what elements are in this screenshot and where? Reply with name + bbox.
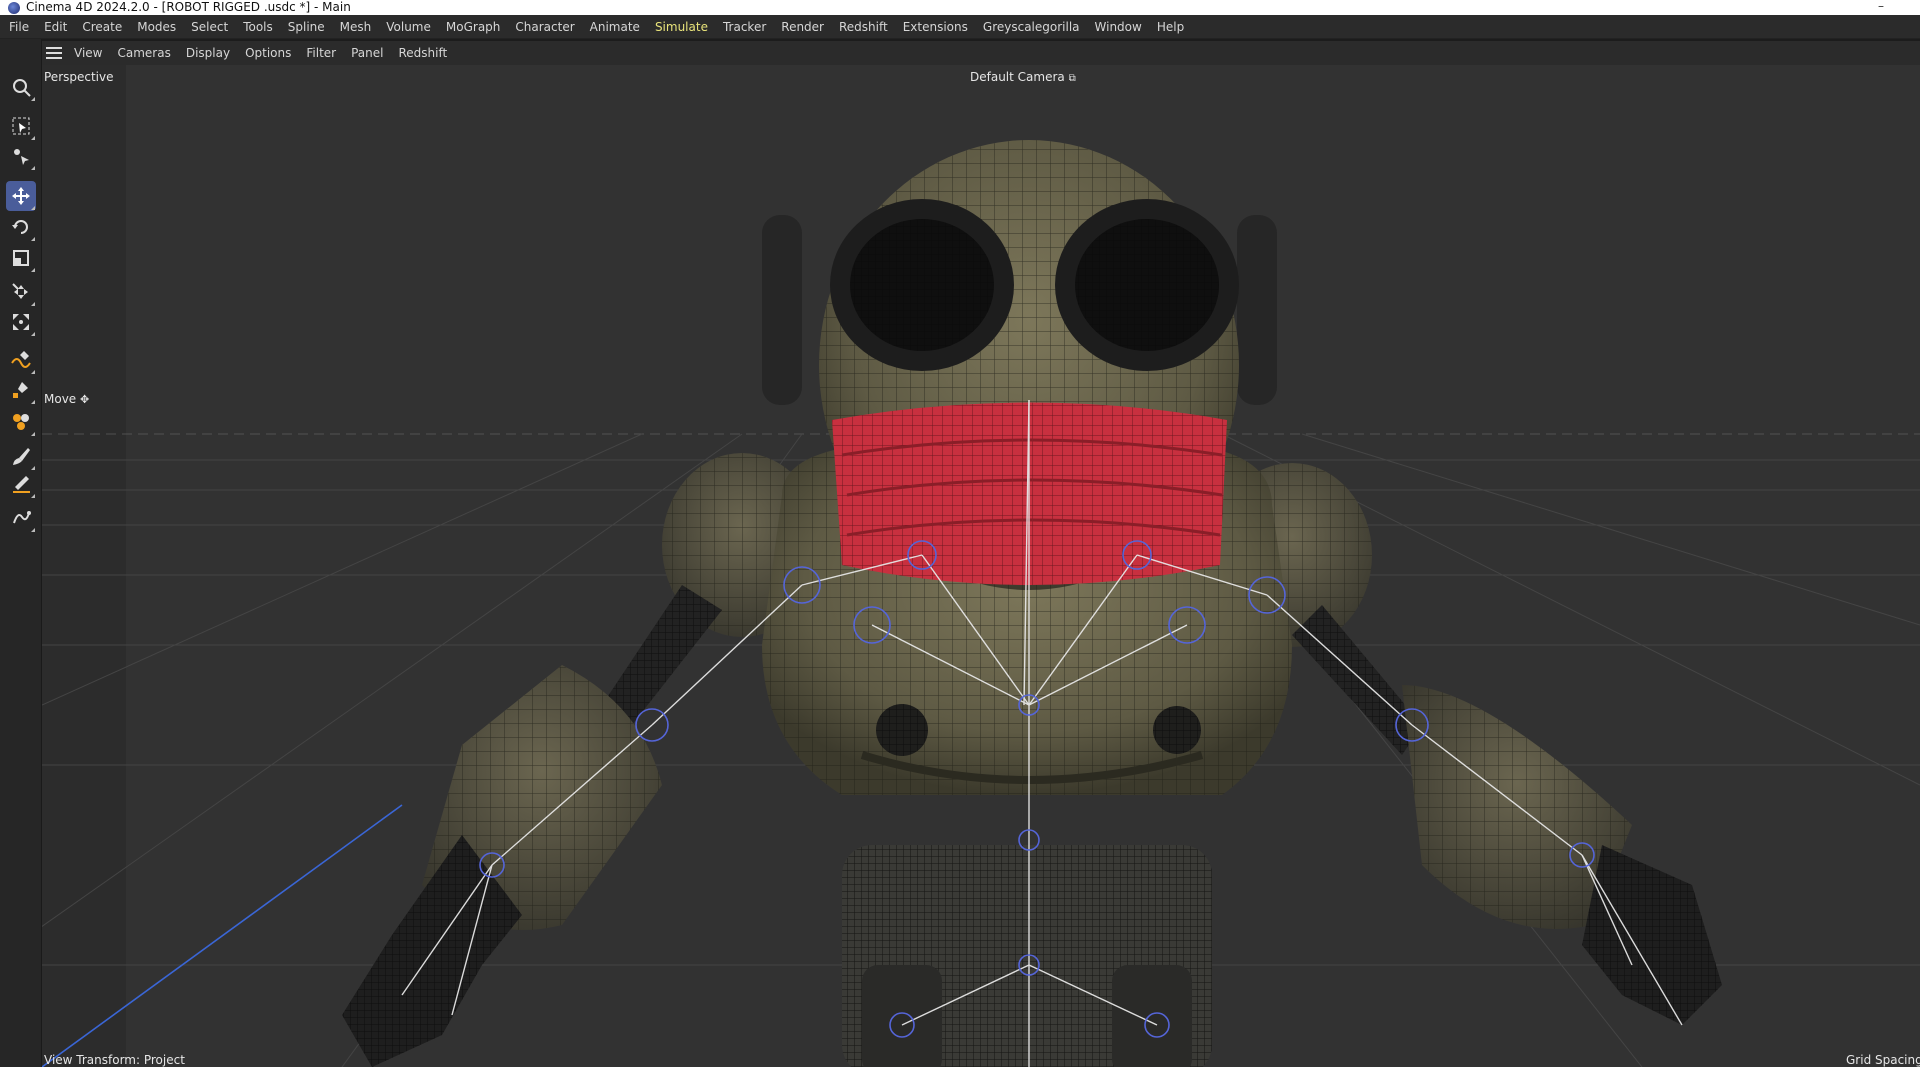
axis-line bbox=[42, 804, 403, 1067]
menu-mesh[interactable]: Mesh bbox=[340, 20, 372, 34]
spline-pen-icon bbox=[11, 351, 31, 368]
menu-redshift[interactable]: Redshift bbox=[839, 20, 888, 34]
tool-live-selection[interactable] bbox=[6, 111, 36, 141]
tool-tweak[interactable] bbox=[6, 141, 36, 171]
spline-smooth-icon bbox=[13, 511, 31, 524]
left-tool-palette bbox=[0, 39, 42, 1067]
tool-spline-pen[interactable] bbox=[6, 345, 36, 375]
move-icon bbox=[12, 187, 30, 205]
tool-search[interactable] bbox=[6, 72, 36, 102]
menu-character[interactable]: Character bbox=[515, 20, 574, 34]
active-tool-label: Move ✥ bbox=[44, 392, 89, 406]
menu-file[interactable]: File bbox=[9, 20, 29, 34]
viewport-menu-options[interactable]: Options bbox=[245, 46, 291, 60]
tweak-icon bbox=[14, 149, 29, 165]
move-cross-icon: ✥ bbox=[80, 393, 90, 406]
title-bar: Cinema 4D 2024.2.0 - [ROBOT RIGGED .usdc… bbox=[0, 0, 1920, 15]
camera-link-icon: ⧉ bbox=[1068, 73, 1076, 84]
mesh-scale-icon bbox=[13, 314, 29, 330]
3d-viewport[interactable]: Perspective Default Camera ⧉ Move ✥ View… bbox=[42, 65, 1920, 1067]
tool-name: Move bbox=[44, 392, 77, 406]
main-menubar: File Edit Create Modes Select Tools Spline Mesh… bbox=[0, 15, 1920, 39]
spline-sketch-icon bbox=[13, 382, 28, 398]
menu-spline[interactable]: Spline bbox=[288, 20, 325, 34]
menu-simulate[interactable]: Simulate bbox=[655, 20, 708, 34]
window-title: Cinema 4D 2024.2.0 - [ROBOT RIGGED .usdc… bbox=[26, 0, 351, 14]
menu-extensions[interactable]: Extensions bbox=[903, 20, 968, 34]
menu-volume[interactable]: Volume bbox=[386, 20, 431, 34]
menu-window[interactable]: Window bbox=[1095, 20, 1142, 34]
menu-edit[interactable]: Edit bbox=[44, 20, 67, 34]
viewport-menubar: View Cameras Display Options Filter Panel Reds… bbox=[42, 41, 1920, 65]
search-icon bbox=[13, 79, 31, 97]
viewport-menu-cameras[interactable]: Cameras bbox=[117, 46, 170, 60]
menu-modes[interactable]: Modes bbox=[137, 20, 176, 34]
menu-render[interactable]: Render bbox=[781, 20, 824, 34]
tool-knife[interactable] bbox=[6, 469, 36, 499]
viewport-menu-filter[interactable]: Filter bbox=[306, 46, 336, 60]
viewport-menu-redshift[interactable]: Redshift bbox=[398, 46, 447, 60]
menu-greyscalegorilla[interactable]: Greyscalegorilla bbox=[983, 20, 1080, 34]
view-transform-label: View Transform: Project bbox=[44, 1053, 185, 1067]
mesh-move-icon bbox=[12, 283, 28, 299]
tool-spline-sketch[interactable] bbox=[6, 375, 36, 405]
viewport-menu-hamburger-icon[interactable] bbox=[46, 47, 62, 59]
live-selection-icon bbox=[12, 117, 30, 135]
menu-help[interactable]: Help bbox=[1157, 20, 1184, 34]
tool-brush[interactable] bbox=[6, 441, 36, 471]
minimize-button[interactable]: – bbox=[1878, 0, 1884, 13]
tool-deformer[interactable] bbox=[6, 407, 36, 437]
viewport-camera-label[interactable]: Default Camera ⧉ bbox=[970, 70, 1076, 84]
tool-mesh-scale[interactable] bbox=[6, 307, 36, 337]
tool-mesh-move[interactable] bbox=[6, 277, 36, 307]
rotate-icon bbox=[12, 220, 28, 234]
robot-left-arm bbox=[342, 453, 822, 1067]
tool-spline-smooth[interactable] bbox=[6, 503, 36, 533]
menu-select[interactable]: Select bbox=[191, 20, 228, 34]
viewport-menu-panel[interactable]: Panel bbox=[351, 46, 383, 60]
knife-icon bbox=[13, 476, 30, 493]
viewport-menu-display[interactable]: Display bbox=[186, 46, 230, 60]
menu-tracker[interactable]: Tracker bbox=[723, 20, 766, 34]
tool-rotate[interactable] bbox=[6, 212, 36, 242]
scale-icon bbox=[13, 250, 29, 266]
deformer-icon bbox=[13, 414, 29, 430]
viewport-menu-view[interactable]: View bbox=[74, 46, 102, 60]
brush-icon bbox=[13, 448, 30, 465]
menu-animate[interactable]: Animate bbox=[590, 20, 640, 34]
viewport-projection-label[interactable]: Perspective bbox=[42, 70, 114, 84]
tool-scale[interactable] bbox=[6, 243, 36, 273]
cinema4d-logo-icon bbox=[8, 1, 20, 14]
tool-move[interactable] bbox=[6, 181, 36, 211]
menu-create[interactable]: Create bbox=[82, 20, 122, 34]
robot-right-arm bbox=[1212, 463, 1722, 1025]
camera-name: Default Camera bbox=[970, 70, 1065, 84]
menu-mograph[interactable]: MoGraph bbox=[446, 20, 501, 34]
grid-spacing-label: Grid Spacing bbox=[1846, 1053, 1920, 1067]
viewport-scene[interactable] bbox=[42, 65, 1920, 1067]
menu-tools[interactable]: Tools bbox=[243, 20, 273, 34]
